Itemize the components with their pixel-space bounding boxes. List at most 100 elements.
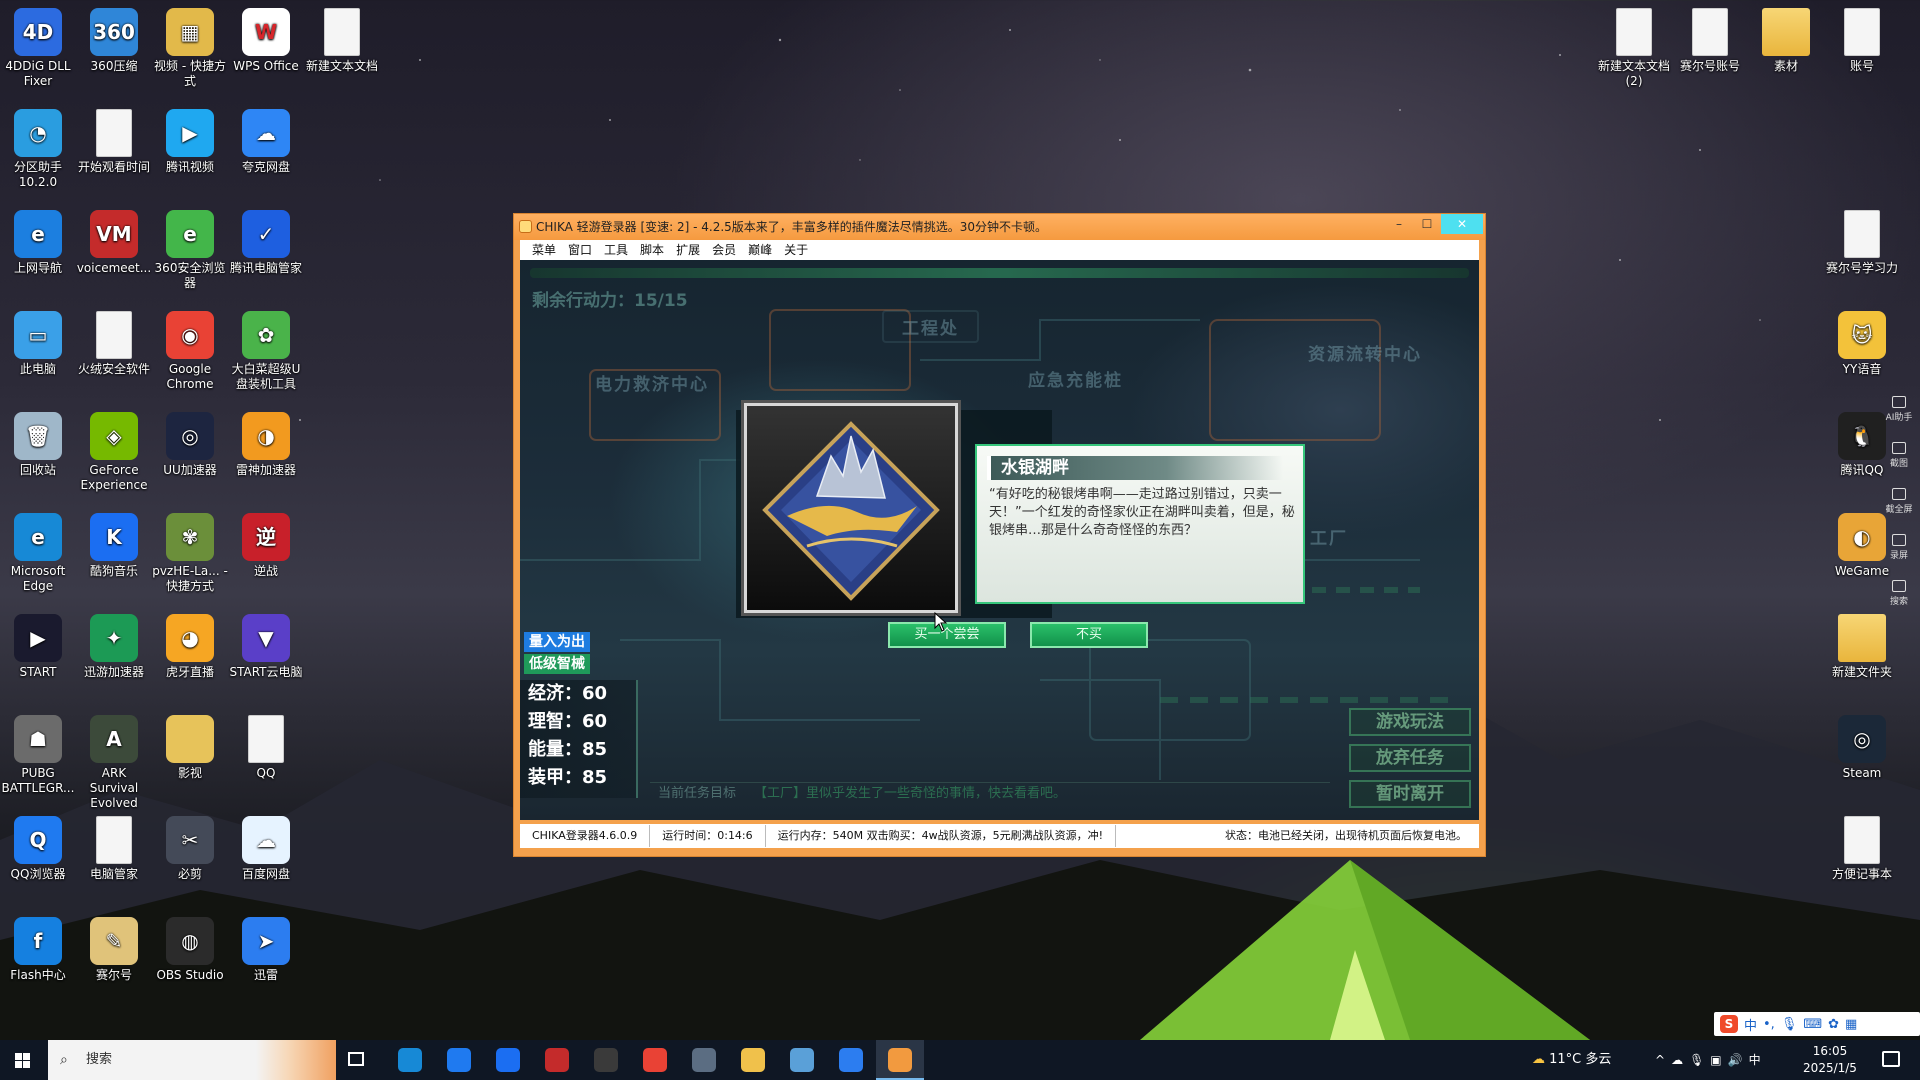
location-resource-center[interactable]: 资源流转中心 bbox=[1308, 340, 1422, 365]
desktop-icon[interactable]: 360 360压缩 bbox=[76, 4, 152, 74]
desktop-icon[interactable]: ◎ Steam bbox=[1824, 711, 1900, 781]
desktop-icon[interactable]: 赛尔号学习力 bbox=[1824, 206, 1900, 276]
desktop-icon[interactable]: ◎ UU加速器 bbox=[152, 408, 228, 478]
menu-item-menu[interactable]: 菜单 bbox=[526, 240, 562, 260]
desktop-icon[interactable]: 方便记事本 bbox=[1824, 812, 1900, 882]
desktop-icon[interactable]: 🐱 YY语音 bbox=[1824, 307, 1900, 377]
location-power-relief[interactable]: 电力救济中心 bbox=[595, 370, 709, 395]
taskbar-qq-browser-icon[interactable] bbox=[447, 1048, 471, 1072]
desktop-icon[interactable]: 火绒安全软件 bbox=[76, 307, 152, 377]
desktop-icon[interactable]: ➤ 迅雷 bbox=[228, 913, 304, 983]
gameplay-button[interactable]: 游戏玩法 bbox=[1349, 708, 1471, 736]
search-tool-button[interactable]: 搜索 bbox=[1882, 580, 1916, 622]
desktop-icon[interactable]: 逆逆战 bbox=[228, 509, 304, 579]
desktop-icon[interactable]: ✦ 迅游加速器 bbox=[76, 610, 152, 680]
menu-item-window[interactable]: 窗口 bbox=[562, 240, 598, 260]
app-icon: ➤ bbox=[242, 917, 290, 965]
close-button[interactable]: ✕ bbox=[1441, 214, 1483, 234]
desktop-icon[interactable]: 账号 bbox=[1824, 4, 1900, 74]
desktop-icon[interactable]: VM voicemeet... bbox=[76, 206, 152, 276]
wallpaper-tent bbox=[1140, 860, 1590, 1040]
desktop-icon[interactable]: 🗑 回收站 bbox=[0, 408, 76, 478]
taskbar-search[interactable]: ⌕ 搜索 bbox=[48, 1040, 336, 1080]
desktop-icon[interactable]: ☗ PUBG BATTLEGR... bbox=[0, 711, 76, 796]
desktop-icon[interactable]: A ARK Survival Evolved bbox=[76, 711, 152, 811]
desktop-icon[interactable]: ✓ 腾讯电脑管家 bbox=[228, 206, 304, 276]
desktop-icon[interactable]: ◕ 虎牙直播 bbox=[152, 610, 228, 680]
minimize-button[interactable]: – bbox=[1385, 214, 1413, 234]
desktop-icon[interactable]: 电脑管家 bbox=[76, 812, 152, 882]
desktop-icon[interactable]: ✎ 赛尔号 bbox=[76, 913, 152, 983]
taskbar-uu-icon[interactable] bbox=[594, 1048, 618, 1072]
abandon-task-button[interactable]: 放弃任务 bbox=[1349, 744, 1471, 772]
maximize-button[interactable]: ☐ bbox=[1413, 214, 1441, 234]
menu-item-peak[interactable]: 巅峰 bbox=[742, 240, 778, 260]
desktop-icon[interactable]: 开始观看时间 bbox=[76, 105, 152, 175]
desktop-icon[interactable]: ▶ START bbox=[0, 610, 76, 680]
desktop-icon[interactable]: K 酷狗音乐 bbox=[76, 509, 152, 579]
desktop-icon[interactable]: ◈ GeForce Experience bbox=[76, 408, 152, 493]
desktop-icon[interactable]: ◍ OBS Studio bbox=[152, 913, 228, 983]
desktop-icon[interactable]: 4D 4DDiG DLL Fixer bbox=[0, 4, 76, 89]
window-titlebar[interactable]: CHIKA 轻游登录器 [变速: 2] - 4.2.5版本来了，丰富多样的插件魔… bbox=[514, 214, 1485, 240]
desktop-icon[interactable]: ▦ 视频 - 快捷方式 bbox=[152, 4, 228, 89]
taskbar-xunlei-icon[interactable] bbox=[839, 1048, 863, 1072]
menu-item-script[interactable]: 脚本 bbox=[634, 240, 670, 260]
record-button[interactable]: 录屏 bbox=[1882, 534, 1916, 576]
desktop-icon[interactable]: 赛尔号账号 bbox=[1672, 4, 1748, 74]
location-engineering[interactable]: 工程处 bbox=[882, 310, 979, 343]
leave-button[interactable]: 暂时离开 bbox=[1349, 780, 1471, 808]
menu-item-member[interactable]: 会员 bbox=[706, 240, 742, 260]
taskbar-voicemeeter-icon[interactable] bbox=[545, 1048, 569, 1072]
taskbar-chika-icon[interactable] bbox=[888, 1048, 912, 1072]
desktop-icon[interactable]: f Flash中心 bbox=[0, 913, 76, 983]
location-charging-station[interactable]: 应急充能桩 bbox=[1028, 366, 1123, 391]
desktop-icon[interactable]: 新建文本文档 bbox=[304, 4, 380, 74]
desktop-icon[interactable]: ◉ Google Chrome bbox=[152, 307, 228, 392]
ime-toolbar[interactable]: S 中 •, 🎙 ⌨ ✿ ▦ bbox=[1714, 1012, 1920, 1036]
weather-widget[interactable]: ☁ 11°C 多云 bbox=[1532, 1040, 1611, 1080]
desktop-icon[interactable]: ✾ pvzHE-La... - 快捷方式 bbox=[152, 509, 228, 594]
desktop-icon[interactable]: e 360安全浏览器 bbox=[152, 206, 228, 291]
ai-assistant-button[interactable]: AI助手 bbox=[1882, 396, 1916, 438]
clock[interactable]: 16:05 2025/1/5 bbox=[1788, 1043, 1872, 1077]
taskbar-calculator-icon[interactable] bbox=[692, 1048, 716, 1072]
taskbar-kugou-icon[interactable] bbox=[496, 1048, 520, 1072]
decline-button[interactable]: 不买 bbox=[1030, 622, 1148, 648]
game-viewport[interactable]: 剩余行动力：15/15 工程处 电力救济中心 应急充能桩 资源流转中心 工厂 水… bbox=[520, 260, 1479, 820]
desktop-icon[interactable]: ☁ 夸克网盘 bbox=[228, 105, 304, 175]
desktop-icon[interactable]: 素材 bbox=[1748, 4, 1824, 74]
taskbar-edge-icon[interactable] bbox=[398, 1048, 422, 1072]
task-view-icon[interactable] bbox=[348, 1052, 364, 1066]
screenshot-button[interactable]: 截图 bbox=[1882, 442, 1916, 484]
desktop-icon[interactable]: ✂ 必剪 bbox=[152, 812, 228, 882]
taskbar-chrome-icon[interactable] bbox=[643, 1048, 667, 1072]
desktop-icon[interactable]: Q QQ浏览器 bbox=[0, 812, 76, 882]
ime-language[interactable]: 中 bbox=[1744, 1015, 1757, 1034]
desktop-icon[interactable]: ◑ 雷神加速器 bbox=[228, 408, 304, 478]
desktop-icon[interactable]: ☁ 百度网盘 bbox=[228, 812, 304, 882]
desktop-icon[interactable]: e Microsoft Edge bbox=[0, 509, 76, 594]
desktop-icon[interactable]: ▭ 此电脑 bbox=[0, 307, 76, 377]
mic-tray-icon: 🎙 bbox=[1689, 1053, 1711, 1067]
status-memory[interactable]: 运行内存：540M 双击购买：4w战队资源，5元刷满战队资源，冲! bbox=[766, 825, 1117, 847]
desktop-icon[interactable]: 新建文本文档 (2) bbox=[1596, 4, 1672, 89]
desktop-icon[interactable]: QQ bbox=[228, 711, 304, 781]
fullscreen-capture-button[interactable]: 截全屏 bbox=[1882, 488, 1916, 530]
notification-icon[interactable] bbox=[1882, 1051, 1900, 1067]
taskbar-explorer-icon[interactable] bbox=[741, 1048, 765, 1072]
taskbar-remote-icon[interactable] bbox=[790, 1048, 814, 1072]
start-button[interactable] bbox=[0, 1040, 46, 1080]
system-tray-icons[interactable]: ^☁🎙▣🔊中 bbox=[1655, 1040, 1767, 1080]
menu-item-extensions[interactable]: 扩展 bbox=[670, 240, 706, 260]
desktop-icon[interactable]: ▶ 腾讯视频 bbox=[152, 105, 228, 175]
desktop-icon[interactable]: ◔ 分区助手 10.2.0 bbox=[0, 105, 76, 190]
desktop-icon[interactable]: 影视 bbox=[152, 711, 228, 781]
menu-item-tools[interactable]: 工具 bbox=[598, 240, 634, 260]
desktop-icon[interactable]: ✿ 大白菜超级U盘装机工具 bbox=[228, 307, 304, 392]
menu-item-about[interactable]: 关于 bbox=[778, 240, 814, 260]
desktop-icon[interactable]: W WPS Office bbox=[228, 4, 304, 74]
location-factory[interactable]: 工厂 bbox=[1310, 524, 1348, 549]
desktop-icon[interactable]: e 上网导航 bbox=[0, 206, 76, 276]
desktop-icon[interactable]: ▼ START云电脑 bbox=[228, 610, 304, 680]
